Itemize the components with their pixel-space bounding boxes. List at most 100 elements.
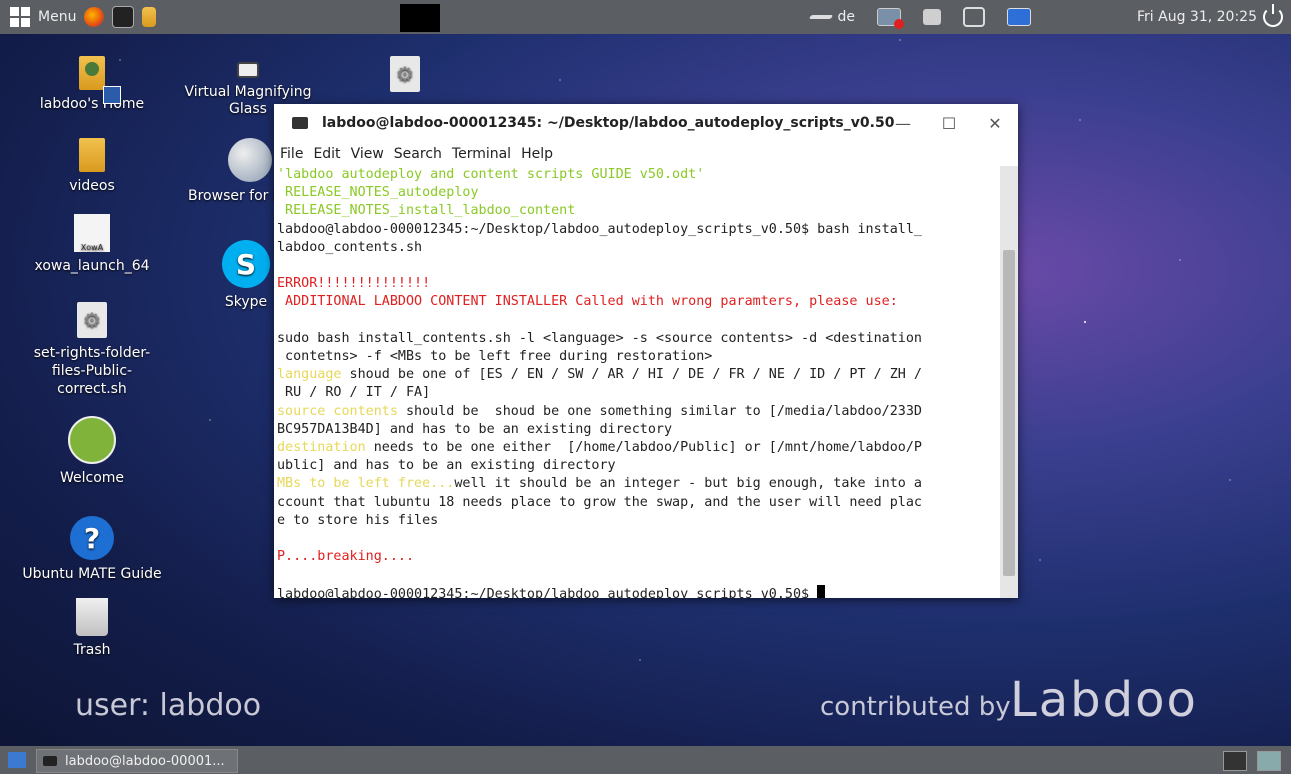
- desktop-icon-label: Welcome: [59, 470, 125, 486]
- terminal-prompt-line: labdoo@labdoo-000012345:~/Desktop/labdoo…: [277, 584, 1003, 598]
- menu-grid-icon[interactable]: [10, 7, 30, 27]
- desktop-icon-guide[interactable]: ? Ubuntu MATE Guide: [22, 516, 162, 582]
- keyboard-icon: [808, 15, 833, 19]
- desktop-icon-label: Ubuntu MATE Guide: [22, 566, 162, 582]
- desktop-icon-xowa[interactable]: XowA xowa_launch_64: [22, 214, 162, 274]
- volume-icon[interactable]: [963, 7, 985, 27]
- power-icon[interactable]: [1263, 4, 1283, 27]
- scrollbar-thumb[interactable]: [1003, 250, 1015, 576]
- terminal-launcher-icon[interactable]: [112, 6, 135, 28]
- folder-icon: [79, 138, 105, 172]
- desktop-icon-set-rights[interactable]: ⚙ set-rights-folder-files-Public-correct…: [22, 302, 162, 398]
- help-icon: ?: [70, 516, 114, 560]
- wallpaper-labdoo-logo: Labdoo: [1010, 672, 1198, 728]
- close-button[interactable]: ✕: [972, 104, 1018, 142]
- highlight-term: MBs to be left free...: [277, 476, 455, 492]
- globe-icon: [228, 138, 272, 182]
- black-panel-block: [400, 4, 440, 32]
- terminal-line: P....breaking....: [277, 549, 415, 565]
- desktop-icon-trash[interactable]: Trash: [22, 598, 162, 658]
- terminal-line: BC957DA13B4D] and has to be an existing …: [277, 421, 673, 437]
- network-disconnected-icon[interactable]: [877, 8, 904, 29]
- desktop-icon-label: set-rights-folder-files-Public-correct.s…: [33, 345, 151, 397]
- terminal-line: MBs to be left free...well it should be …: [277, 475, 1003, 493]
- desktop-icon-script-file[interactable]: ⚙: [335, 56, 475, 98]
- taskbar-item-terminal[interactable]: labdoo@labdoo-00001...: [36, 749, 238, 773]
- text-cursor: [817, 584, 826, 598]
- magnifier-icon: [237, 62, 259, 78]
- desktop-icon-label: videos: [69, 178, 115, 194]
- desktop-icon-label: xowa_launch_64: [34, 258, 150, 274]
- menu-search[interactable]: Search: [394, 146, 442, 162]
- workspace-switcher-icon[interactable]: [1223, 751, 1247, 771]
- terminal-line: destination needs to be one either [/hom…: [277, 439, 1003, 457]
- terminal-icon: [292, 117, 308, 129]
- desktop-icon-browser[interactable]: Browser for l: [178, 138, 288, 204]
- terminal-window[interactable]: labdoo@labdoo-000012345: ~/Desktop/labdo…: [274, 104, 1018, 598]
- terminal-text: needs to be one either [/home/labdoo/Pub…: [365, 440, 922, 456]
- terminal-text: should be shoud be one something similar…: [397, 403, 922, 419]
- terminal-prompt: labdoo@labdoo-000012345:~/Desktop/labdoo…: [277, 586, 818, 598]
- wallpaper-contributed-text: contributed by: [820, 692, 1011, 722]
- xowa-badge: XowA: [80, 243, 104, 252]
- script-file-icon: ⚙: [390, 56, 420, 92]
- home-folder-icon: [79, 56, 121, 104]
- terminal-line: RELEASE_NOTES_install_labdoo_content: [277, 203, 576, 219]
- terminal-line: RU / RO / IT / FA]: [277, 385, 431, 401]
- desktop-icon-label: Trash: [73, 642, 111, 658]
- terminal-line: ublic] and has to be an existing directo…: [277, 458, 616, 474]
- xowa-icon: XowA: [74, 214, 110, 252]
- maximize-button[interactable]: ☐: [926, 104, 972, 142]
- desktop-icon-welcome[interactable]: Welcome: [22, 416, 162, 486]
- desktop-icon-label: Browser for l: [188, 188, 277, 204]
- update-notifier-icon[interactable]: [1007, 8, 1031, 26]
- skype-icon: S: [222, 240, 270, 288]
- highlight-term: source contents: [277, 403, 398, 419]
- ubuntu-mate-icon: [68, 416, 116, 464]
- terminal-line: e to store his files: [277, 512, 439, 528]
- highlight-term: destination: [277, 440, 366, 456]
- minimize-button[interactable]: —: [880, 104, 926, 142]
- terminal-line: labdoo@labdoo-000012345:~/Desktop/labdoo…: [277, 221, 922, 237]
- wallpaper-user-text: user: labdoo: [75, 688, 262, 723]
- terminal-line: source contents should be shoud be one s…: [277, 403, 1003, 421]
- window-titlebar[interactable]: labdoo@labdoo-000012345: ~/Desktop/labdo…: [274, 104, 1018, 142]
- desktop-icon-videos[interactable]: videos: [22, 138, 162, 194]
- trash-applet-icon[interactable]: [1257, 751, 1281, 771]
- terminal-icon: [43, 756, 57, 766]
- terminal-line: sudo bash install_contents.sh -l <langua…: [277, 330, 922, 346]
- terminal-menubar: File Edit View Search Terminal Help: [274, 142, 1018, 166]
- keyboard-layout-indicator[interactable]: de: [808, 9, 855, 25]
- terminal-line: contetns> -f <MBs to be left free during…: [277, 349, 713, 365]
- firefox-icon[interactable]: [84, 7, 105, 27]
- bottom-panel: labdoo@labdoo-00001...: [0, 746, 1291, 774]
- terminal-scrollbar[interactable]: [1000, 166, 1018, 598]
- skype-glyph: S: [235, 247, 257, 281]
- script-file-icon: ⚙: [77, 302, 107, 338]
- menu-help[interactable]: Help: [521, 146, 553, 162]
- menu-edit[interactable]: Edit: [313, 146, 340, 162]
- terminal-text: well it should be an integer - but big e…: [454, 476, 922, 492]
- menu-view[interactable]: View: [351, 146, 384, 162]
- terminal-line: RELEASE_NOTES_autodeploy: [277, 185, 479, 201]
- terminal-line: ERROR!!!!!!!!!!!!!!: [277, 276, 431, 292]
- files-launcher-icon[interactable]: [142, 7, 157, 27]
- menu-terminal[interactable]: Terminal: [452, 146, 511, 162]
- taskbar-item-label: labdoo@labdoo-00001...: [65, 753, 225, 769]
- terminal-line: ADDITIONAL LABDOO CONTENT INSTALLER Call…: [277, 294, 898, 310]
- show-desktop-icon[interactable]: [8, 752, 26, 768]
- desktop-icon-home[interactable]: labdoo's Home: [22, 56, 162, 112]
- window-title: labdoo@labdoo-000012345: ~/Desktop/labdo…: [322, 115, 895, 131]
- terminal-text: shoud be one of [ES / EN / SW / AR / HI …: [341, 367, 922, 383]
- terminal-line: labdoo_contents.sh: [277, 239, 423, 255]
- top-panel: Menu de Fri Aug 31, 20:25: [0, 0, 1291, 34]
- help-glyph: ?: [83, 521, 101, 555]
- terminal-line: language shoud be one of [ES / EN / SW /…: [277, 366, 1003, 384]
- menu-file[interactable]: File: [280, 146, 303, 162]
- menu-button[interactable]: Menu: [38, 9, 76, 25]
- trash-icon: [76, 598, 108, 636]
- terminal-line: ccount that lubuntu 18 needs place to gr…: [277, 494, 922, 510]
- terminal-output[interactable]: 'labdoo autodeploy and content scripts G…: [274, 166, 1003, 598]
- battery-icon[interactable]: [923, 9, 941, 25]
- clock[interactable]: Fri Aug 31, 20:25: [1137, 0, 1257, 34]
